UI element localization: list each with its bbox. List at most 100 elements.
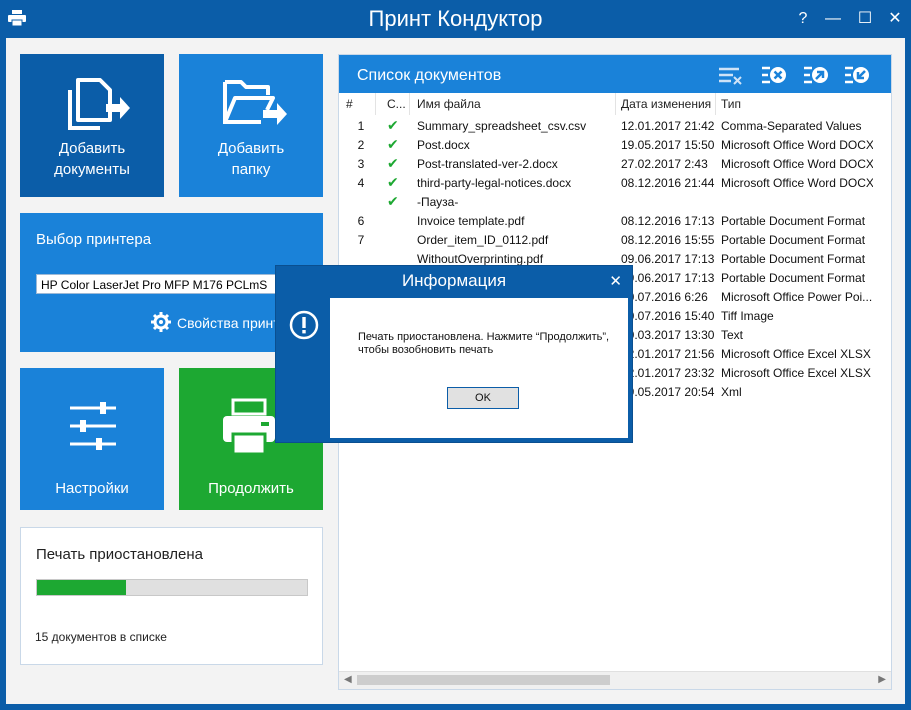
scroll-right-icon[interactable]: ▶	[878, 674, 886, 685]
row-date: 08.12.2016 21:44	[621, 176, 715, 190]
row-date: 19.05.2017 20:54	[621, 385, 715, 399]
row-file-name: WithoutOverprinting.pdf	[417, 252, 544, 266]
window-title: Принт Кондуктор	[368, 6, 543, 31]
dialog-body: Печать приостановлена. Нажмите “Продолжи…	[330, 298, 628, 438]
table-row[interactable]: 3 ✔ Post-translated-ver-2.docx 27.02.2017 2…	[339, 154, 891, 173]
status-check-icon: ✔	[387, 117, 399, 133]
document-list-header: Список документов	[339, 55, 891, 93]
add-folder-label-1: Добавить	[217, 140, 285, 157]
row-number: 4	[357, 176, 365, 190]
status-check-icon: ✔	[387, 174, 399, 190]
information-dialog: Информация ✕ Печать приостановлена. Нажм…	[276, 266, 632, 442]
scroll-left-icon[interactable]: ◀	[344, 674, 352, 685]
row-date: 12.01.2017 23:32	[621, 366, 715, 380]
printer-selection-title: Выбор принтера	[36, 231, 152, 248]
row-file-name: Post-translated-ver-2.docx	[417, 157, 558, 171]
sort-arrow-icon: ▲	[801, 91, 809, 100]
row-type: Text	[721, 328, 744, 342]
maximize-button[interactable]: ☐	[850, 6, 880, 32]
row-type: Xml	[721, 385, 742, 399]
add-folder-label-2: папку	[231, 161, 271, 178]
printer-icon	[223, 398, 275, 456]
document-list-title: Список документов	[357, 67, 502, 84]
add-folder-tile[interactable]: Добавить папку	[179, 54, 323, 197]
settings-label: Настройки	[55, 480, 129, 497]
row-number: 1	[357, 119, 365, 133]
row-date: 08.12.2016 17:13	[621, 214, 715, 228]
row-number: 6	[357, 214, 365, 228]
row-type: Portable Document Format	[721, 271, 866, 285]
move-down-icon[interactable]	[844, 64, 870, 86]
remove-document-icon[interactable]	[761, 64, 787, 86]
row-date: 12.01.2017 21:42	[621, 119, 715, 133]
table-row[interactable]: 4 ✔ third-party-legal-notices.docx 08.12.20…	[339, 173, 891, 192]
status-check-icon: ✔	[387, 136, 399, 152]
add-folder-icon	[223, 80, 287, 125]
minimize-button[interactable]: —	[818, 6, 848, 32]
row-number: 7	[357, 233, 365, 247]
horizontal-scrollbar[interactable]: ◀ ▶	[339, 671, 891, 689]
row-type: Microsoft Office Excel XLSX	[721, 347, 871, 361]
print-status-panel: Печать приостановлена 15 документов в сп…	[20, 527, 323, 665]
move-up-icon[interactable]	[803, 64, 829, 86]
row-date: 10.07.2016 6:26	[621, 290, 708, 304]
row-file-name: third-party-legal-notices.docx	[417, 176, 572, 190]
clear-list-icon[interactable]	[717, 64, 743, 86]
table-row[interactable]: ✔ -Пауза-	[339, 192, 891, 211]
close-button[interactable]: ✕	[880, 6, 910, 32]
row-number: 3	[357, 157, 365, 171]
dialog-close-button[interactable]: ✕	[609, 272, 622, 290]
row-date: 08.12.2016 15:55	[621, 233, 715, 247]
table-row[interactable]: 1 ✔ Summary_spreadsheet_csv.csv 12.01.2017 …	[339, 116, 891, 135]
row-file-name: Order_item_ID_0112.pdf	[417, 233, 549, 247]
add-documents-tile[interactable]: Добавить документы	[20, 54, 164, 197]
column-number[interactable]: #	[346, 97, 353, 111]
row-type: Comma-Separated Values	[721, 119, 862, 133]
row-date: 12.01.2017 21:56	[621, 347, 715, 361]
sliders-icon	[70, 402, 116, 450]
column-status[interactable]: С...	[387, 97, 406, 111]
row-number: 2	[357, 138, 365, 152]
help-button[interactable]: ?	[788, 6, 818, 32]
table-row[interactable]: 7 Order_item_ID_0112.pdf 08.12.2016 15:55 P…	[339, 230, 891, 249]
exclamation-icon	[289, 310, 319, 340]
row-type: Microsoft Office Word DOCX	[721, 138, 873, 152]
row-type: Portable Document Format	[721, 252, 866, 266]
add-documents-label-1: Добавить	[58, 140, 126, 157]
scrollbar-thumb[interactable]	[357, 675, 610, 685]
row-type: Microsoft Office Power Poi...	[721, 290, 873, 304]
status-check-icon: ✔	[387, 155, 399, 171]
row-type: Microsoft Office Word DOCX	[721, 176, 873, 190]
progress-bar	[36, 579, 308, 596]
row-date: 27.02.2017 2:43	[621, 157, 708, 171]
row-file-name: Post.docx	[417, 138, 470, 152]
row-date: 10.07.2016 15:40	[621, 309, 715, 323]
row-date: 09.06.2017 17:13	[621, 271, 715, 285]
row-type: Microsoft Office Word DOCX	[721, 157, 873, 171]
row-type: Portable Document Format	[721, 233, 866, 247]
column-date-modified[interactable]: Дата изменения	[621, 97, 711, 111]
row-date: 09.06.2017 17:13	[621, 252, 715, 266]
table-row[interactable]: 6 Invoice template.pdf 08.12.2016 17:13 Por…	[339, 211, 891, 230]
column-file-name[interactable]: Имя файла	[417, 97, 481, 111]
progress-bar-fill	[37, 580, 127, 595]
row-type: Tiff Image	[721, 309, 774, 323]
dialog-title: Информация	[401, 271, 507, 290]
settings-tile[interactable]: Настройки	[20, 368, 164, 510]
row-date: 10.03.2017 13:30	[621, 328, 715, 342]
title-bar: Принт Кондуктор ? — ☐ ✕	[0, 0, 911, 38]
table-row[interactable]: 2 ✔ Post.docx 19.05.2017 15:50 Microsoft Off…	[339, 135, 891, 154]
row-file-name: Summary_spreadsheet_csv.csv	[417, 119, 587, 133]
row-date: 19.05.2017 15:50	[621, 138, 715, 152]
row-file-name: Invoice template.pdf	[417, 214, 525, 228]
printer-select[interactable]: HP Color LaserJet Pro MFP M176 PCLmS	[36, 274, 296, 294]
column-type[interactable]: Тип	[721, 97, 741, 111]
row-type: Portable Document Format	[721, 214, 866, 228]
dialog-message: Печать приостановлена. Нажмите “Продолжи…	[358, 331, 610, 356]
window-border	[0, 704, 911, 710]
document-count: 15 документов в списке	[35, 630, 167, 644]
add-documents-icon	[68, 78, 130, 130]
row-file-name: -Пауза-	[417, 195, 459, 209]
ok-button[interactable]: OK	[447, 387, 519, 409]
status-title: Печать приостановлена	[36, 546, 204, 563]
